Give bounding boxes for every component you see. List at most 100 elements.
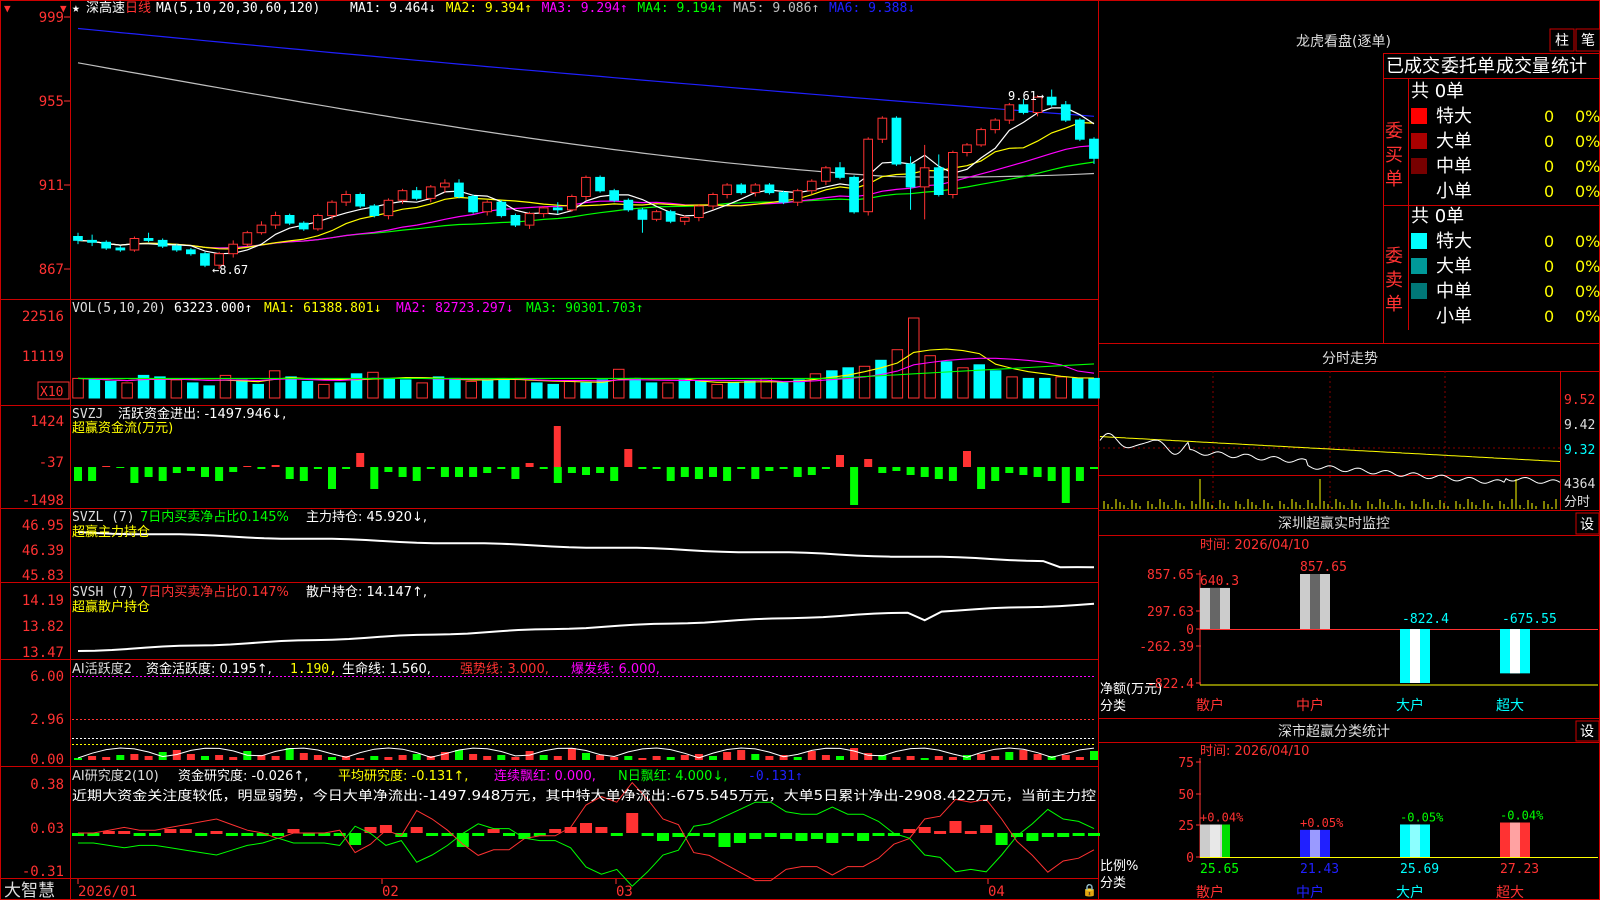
candle xyxy=(919,167,930,188)
candle xyxy=(411,190,422,199)
ai-active-bar xyxy=(313,755,322,760)
y-tick-svzj-1: -37 xyxy=(39,455,64,471)
tab-2[interactable]: 成交量 xyxy=(1496,56,1550,77)
corner-marker: ▼ xyxy=(4,2,11,15)
vol-ma3: MA3: 90301.703↑ xyxy=(526,301,643,316)
svsh-chart[interactable] xyxy=(77,602,1095,652)
vol-bar xyxy=(498,379,510,399)
ai-research-bar xyxy=(241,833,254,836)
volume-chart[interactable] xyxy=(72,317,1100,399)
star-icon[interactable]: ★ xyxy=(72,1,80,16)
ai-active-chart[interactable] xyxy=(72,676,1098,761)
vol-bar xyxy=(891,349,904,399)
buy-swatch xyxy=(1411,158,1427,174)
svzj-bar xyxy=(1019,467,1028,475)
vol-bar xyxy=(989,370,1002,399)
period-label[interactable]: 日线 xyxy=(125,1,151,16)
candlestick-chart[interactable] xyxy=(73,27,1099,270)
vol-bar xyxy=(727,382,740,399)
ai-active-bar xyxy=(680,755,689,760)
candle xyxy=(722,184,732,195)
ai-active-bar xyxy=(74,758,82,760)
vol-bar xyxy=(1071,377,1084,399)
tab-0[interactable]: 已成交 xyxy=(1386,56,1440,77)
ai-research-bar xyxy=(179,829,192,833)
y-tick-svsh-0: 14.19 xyxy=(22,593,64,609)
svzj-bar xyxy=(793,467,802,477)
ai-research-bar xyxy=(595,827,608,833)
vol-bar xyxy=(416,382,428,399)
ma-params: MA(5,10,20,30,60,120) xyxy=(156,1,320,16)
buy-swatch xyxy=(1411,108,1427,124)
vol-bar xyxy=(695,380,707,399)
class-bar-change: -0.04% xyxy=(1500,809,1544,823)
ai-active-bar xyxy=(455,750,463,760)
svsh-subtitle: 超赢散户持仓 xyxy=(72,599,150,615)
y-tick-main-0: 999 xyxy=(39,10,64,26)
class-bar-change: +0.05% xyxy=(1300,816,1344,830)
lock-icon[interactable]: 🔒 xyxy=(1082,883,1097,897)
tab-1[interactable]: 委托单 xyxy=(1441,56,1495,77)
monitor-bar-label: -675.55 xyxy=(1502,612,1557,627)
ai-research-bar xyxy=(195,833,208,836)
candle xyxy=(651,211,662,220)
svzj-bar xyxy=(709,467,717,477)
svzl-label: SVZL (7) xyxy=(72,510,135,525)
monitor-bar-label: -822.4 xyxy=(1402,612,1449,627)
ai-research-bar xyxy=(964,831,977,834)
svzj-bar xyxy=(144,467,153,477)
vol-bar xyxy=(203,385,215,399)
class-settings[interactable]: 设 xyxy=(1580,724,1594,740)
btn-zhu[interactable]: 柱 xyxy=(1555,33,1569,49)
svzj-bar xyxy=(243,466,252,467)
svzj-bar xyxy=(906,467,915,475)
candle xyxy=(637,209,648,220)
x-tick-2: 03 xyxy=(616,884,633,900)
ai-active-bar xyxy=(821,755,830,760)
svzj-bar xyxy=(186,467,195,471)
ai-active-bar xyxy=(624,756,633,760)
candle xyxy=(101,241,112,249)
y-tick-svsh-1: 13.82 xyxy=(22,619,64,635)
candle xyxy=(581,176,591,197)
tab-3[interactable]: 统计 xyxy=(1551,56,1587,77)
vol-bar xyxy=(1006,376,1018,399)
ai-active-t5: 爆发线: 6.000, xyxy=(571,661,660,677)
svzj-bar xyxy=(737,467,746,469)
ai-research-t4: N日飘红: 4.000↓, xyxy=(618,768,727,784)
vol-bar xyxy=(793,379,805,399)
monitor-settings[interactable]: 设 xyxy=(1580,517,1594,533)
sell-row-name: 中单 xyxy=(1436,281,1472,302)
vol-bar xyxy=(547,383,559,399)
y-tick-vol-1: 11119 xyxy=(22,349,64,365)
svzj-chart[interactable] xyxy=(74,426,1098,505)
vol-bar xyxy=(826,370,838,399)
y-tick-ai-research-0: 0.38 xyxy=(30,777,64,793)
svsh-net: 7日内买卖净占比0.147% xyxy=(140,584,289,600)
svzj-bar xyxy=(455,467,463,477)
svzj-bar xyxy=(892,467,901,471)
svzj-bar xyxy=(525,463,534,467)
vol-bar xyxy=(318,383,330,399)
ma-value-4: MA5: 9.086↑ xyxy=(733,1,819,16)
svzl-chart[interactable] xyxy=(77,531,1095,569)
svzj-bar xyxy=(610,467,619,481)
candle xyxy=(863,138,873,213)
ai-active-bar xyxy=(299,753,308,760)
vol-bar xyxy=(383,377,396,399)
svzj-bar xyxy=(257,467,266,469)
vol-bar xyxy=(875,359,887,399)
svzj-bar xyxy=(384,467,393,472)
candle xyxy=(524,213,535,226)
svzj-bar xyxy=(356,453,365,467)
ma-value-3: MA4: 9.194↑ xyxy=(637,1,723,16)
candle xyxy=(510,215,521,226)
candle xyxy=(425,186,436,199)
btn-bi[interactable]: 笔 xyxy=(1581,33,1595,49)
ai-research-comment: 近期大资金关注度较低，明显弱势，今日大单净流出:-1497.948万元，其中特大… xyxy=(72,788,1096,804)
candle xyxy=(877,117,888,140)
svzj-bar xyxy=(440,467,449,477)
y-tick-ai-active-1: 2.96 xyxy=(30,712,64,728)
ai-active-bar xyxy=(567,748,576,760)
ai-active-bar xyxy=(652,756,661,760)
